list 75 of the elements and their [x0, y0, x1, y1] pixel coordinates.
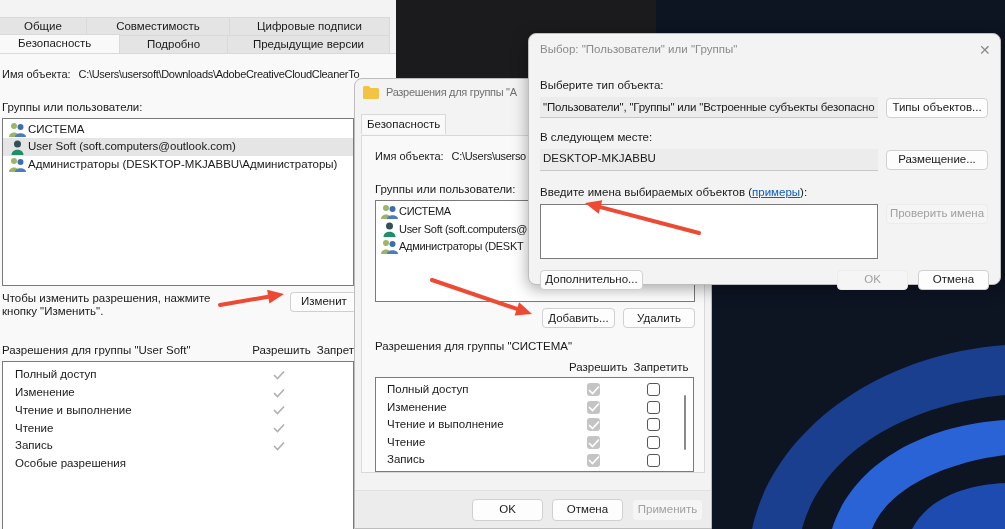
group-item[interactable]: User Soft (soft.computers@ — [376, 220, 694, 238]
field-label: ): — [800, 184, 808, 200]
permission-name: Чтение и выполнение — [14, 402, 133, 418]
checkbox[interactable] — [587, 436, 600, 449]
permission-name: Запись — [14, 438, 54, 454]
person-icon — [381, 221, 398, 237]
advanced-button[interactable]: Дополнительно... — [540, 269, 643, 290]
groups-label: Группы или пользователи: — [2, 99, 144, 115]
permissions-title: Разрешения для группы "СИСТЕМА" — [375, 339, 572, 355]
column-header: Разрешить — [252, 342, 311, 358]
people-icon — [381, 204, 398, 219]
permission-name: Полный доступ — [386, 382, 470, 398]
object-types-button[interactable]: Типы объектов... — [886, 97, 988, 118]
field-label: Введите имена выбираемых объектов ( — [540, 184, 753, 200]
checkbox[interactable] — [587, 418, 600, 432]
people-icon — [9, 122, 26, 137]
edit-button[interactable]: Изменит — [290, 291, 354, 312]
group-item[interactable]: СИСТЕМА — [376, 202, 694, 221]
permission-name: Чтение и выполнение — [386, 417, 505, 433]
checkbox[interactable] — [647, 400, 660, 414]
permission-name: Чтение — [14, 420, 55, 436]
checkbox[interactable] — [587, 383, 600, 397]
permission-name: Запись — [386, 452, 426, 468]
person-icon — [9, 139, 26, 155]
tab[interactable]: Безопасность — [361, 114, 447, 135]
group-item[interactable]: Администраторы (DESKTOP-MKJABBU\Администраторы) — [3, 155, 353, 174]
checkbox[interactable] — [647, 453, 660, 467]
object-type-field[interactable]: "Пользователи", "Группы" или "Встроенные субъекты безопасно — [540, 97, 878, 119]
object-path: C:\Users\userso — [451, 149, 526, 164]
folder-icon — [363, 86, 379, 99]
object-name-label: Имя объекта: — [2, 67, 71, 82]
permission-name: Изменение — [386, 399, 448, 415]
checkbox[interactable] — [647, 418, 660, 432]
tab[interactable]: Предыдущие версии — [228, 35, 390, 53]
location-field[interactable]: DESKTOP-MKJABBU — [540, 148, 878, 171]
hint-text: Чтобы изменить разрешения, нажмите кнопку "Изменить". — [2, 291, 212, 318]
people-icon — [381, 239, 398, 254]
permission-name: Особые разрешения — [14, 456, 127, 472]
permission-name: Изменение — [14, 385, 76, 401]
checkbox[interactable] — [587, 400, 600, 414]
tab[interactable]: Безопасность — [0, 34, 120, 53]
dialog-title: Выбор: "Пользователи" или "Группы" — [540, 42, 738, 58]
groups-label: Группы или пользователи: — [375, 181, 516, 197]
scrollbar-thumb[interactable] — [684, 394, 686, 450]
annotation-arrow — [218, 289, 284, 307]
examples-link[interactable]: примеры — [752, 183, 801, 201]
permission-name: Полный доступ — [14, 367, 98, 383]
object-names-field[interactable] — [540, 203, 878, 259]
permission-name: Чтение — [386, 434, 427, 450]
group-item[interactable]: СИСТЕМА — [3, 120, 353, 139]
permissions-title: Разрешения для группы "User Soft" — [2, 342, 191, 358]
dialog-button[interactable]: OK — [472, 498, 543, 521]
people-icon — [9, 157, 26, 172]
checkbox[interactable] — [647, 383, 660, 397]
object-name-label: Имя объекта: — [375, 149, 444, 164]
tab[interactable]: Совместимость — [87, 17, 230, 35]
group-item[interactable]: User Soft (soft.computers@outlook.com) — [3, 138, 353, 156]
column-header: Запретить — [633, 359, 689, 375]
field-label: Выберите тип объекта: — [540, 78, 665, 93]
window-title: Разрешения для группы "А — [386, 85, 517, 101]
field-label: В следующем месте: — [540, 130, 654, 146]
tab[interactable]: Подробно — [120, 35, 228, 53]
checkbox[interactable] — [647, 436, 660, 449]
checkbox[interactable] — [587, 453, 600, 467]
location-button[interactable]: Размещение... — [886, 149, 988, 170]
tab[interactable]: Общие — [0, 17, 87, 35]
group-item[interactable]: Администраторы (DESKT — [376, 237, 694, 256]
remove-button[interactable]: Удалить — [623, 308, 695, 329]
dialog-button[interactable]: Отмена — [918, 269, 989, 290]
add-button[interactable]: Добавить... — [542, 308, 615, 329]
tab[interactable]: Цифровые подписи — [230, 17, 390, 35]
column-header: Разрешить — [569, 359, 628, 375]
dialog-button[interactable]: Отмена — [552, 498, 623, 521]
object-path: C:\Users\usersoft\Downloads\AdobeCreativeCloudCleanerTo — [78, 67, 360, 82]
column-header: Запрет — [316, 342, 354, 358]
